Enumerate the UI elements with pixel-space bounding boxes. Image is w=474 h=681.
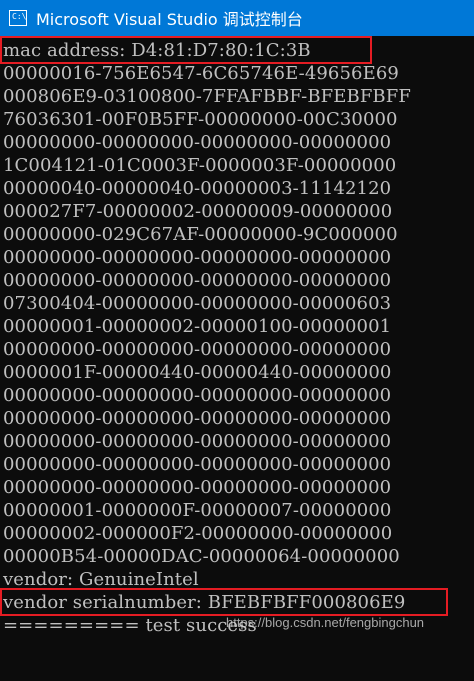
console-line: 00000B54-00000DAC-00000064-00000000	[3, 546, 400, 567]
console-line: 00000000-00000000-00000000-00000000	[3, 270, 392, 291]
console-line: 1C004121-01C0003F-0000003F-00000000	[3, 155, 397, 176]
title-bar[interactable]: C:\ Microsoft Visual Studio 调试控制台	[0, 0, 474, 36]
console-output: mac address: D4:81:D7:80:1C:3B 00000016-…	[0, 36, 474, 681]
console-line: 00000016-756E6547-6C65746E-49656E69	[3, 63, 399, 84]
console-line: 00000000-00000000-00000000-00000000	[3, 132, 392, 153]
console-line: 00000000-00000000-00000000-00000000	[3, 408, 392, 429]
console-line: 00000000-00000000-00000000-00000000	[3, 385, 392, 406]
console-line-test-result: ========= test success	[3, 615, 257, 636]
console-icon: C:\	[0, 0, 36, 36]
console-line: 00000000-00000000-00000000-00000000	[3, 454, 392, 475]
console-line: 00000000-00000000-00000000-00000000	[3, 477, 392, 498]
console-line: 00000000-00000000-00000000-00000000	[3, 339, 392, 360]
console-line: 07300404-00000000-00000000-00000603	[3, 293, 392, 314]
console-line: 00000001-00000002-00000100-00000001	[3, 316, 392, 337]
console-line-vendor: vendor: GenuineIntel	[3, 569, 199, 590]
console-line: 00000000-00000000-00000000-00000000	[3, 431, 392, 452]
console-line: 00000002-000000F2-00000000-00000000	[3, 523, 393, 544]
console-line: 00000000-00000000-00000000-00000000	[3, 247, 392, 268]
console-line: 0000001F-00000440-00000440-00000000	[3, 362, 392, 383]
console-line: 00000040-00000040-00000003-11142120	[3, 178, 392, 199]
console-line: 00000001-0000000F-00000007-00000000	[3, 500, 392, 521]
console-line-serial-number: vendor serialnumber: BFEBFBFF000806E9	[3, 592, 406, 613]
window-title: Microsoft Visual Studio 调试控制台	[36, 10, 303, 29]
watermark: https://blog.csdn.net/fengbingchun	[226, 615, 425, 630]
console-line: 000806E9-03100800-7FFAFBBF-BFEBFBFF	[3, 86, 411, 107]
console-line: 000027F7-00000002-00000009-00000000	[3, 201, 393, 222]
console-line: 00000000-029C67AF-00000000-9C000000	[3, 224, 398, 245]
console-line-mac-address: mac address: D4:81:D7:80:1C:3B	[3, 40, 311, 61]
console-line: 76036301-00F0B5FF-00000000-00C30000	[3, 109, 398, 130]
